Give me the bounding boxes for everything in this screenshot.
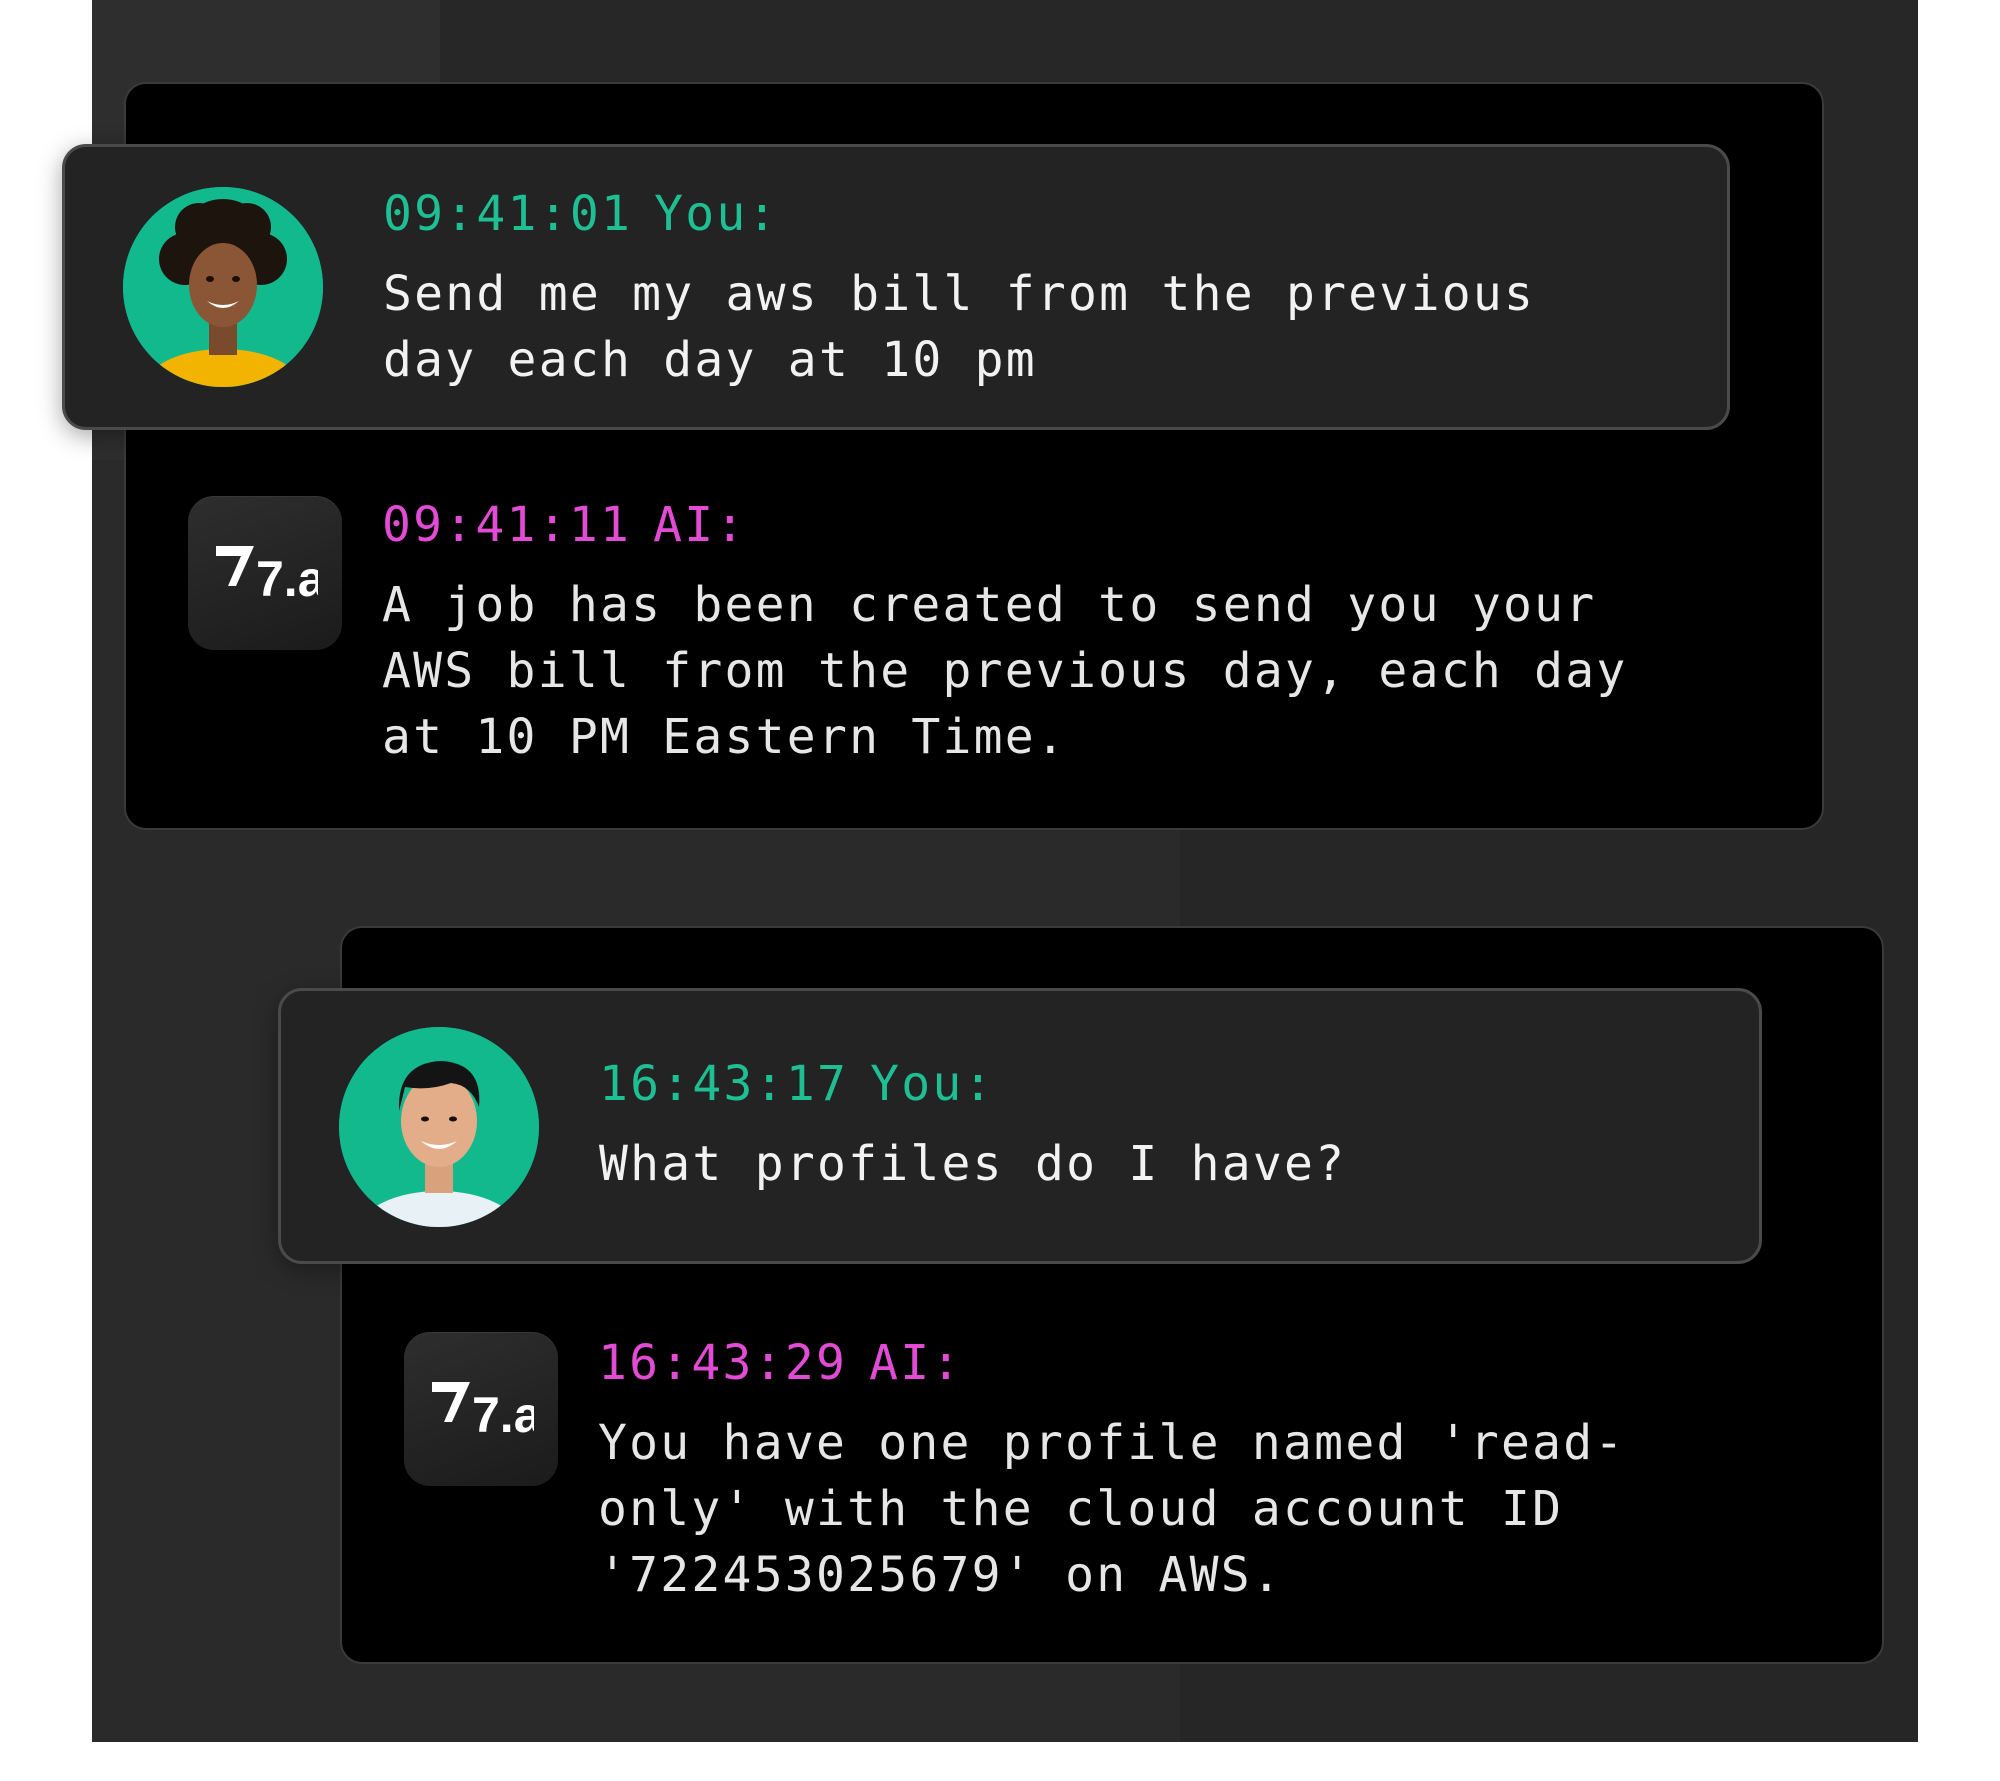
man-avatar-icon [339, 1027, 539, 1227]
user-avatar [339, 1027, 539, 1227]
user-message-text: Send me my aws bill from the previous da… [383, 266, 1536, 388]
ai-timestamp: 16:43:29 [598, 1335, 848, 1391]
user-speaker-label: You: [654, 186, 779, 242]
ai-logo-icon: 7.ai [404, 1332, 558, 1486]
user-message-header: 16:43:17 You: [599, 1055, 1729, 1113]
ai-logo-icon: 7.ai [188, 496, 342, 650]
user-timestamp: 09:41:01 [383, 186, 633, 242]
user-speaker-label: You: [870, 1056, 995, 1112]
ai-message: 09:41:11 AI: A job has been created to se… [382, 496, 1802, 770]
ai-message-header: 16:43:29 AI: [598, 1334, 1858, 1392]
user-message: 09:41:01 You: Send me my aws bill from th… [383, 185, 1703, 393]
user-timestamp: 16:43:17 [599, 1056, 849, 1112]
ai-message-text: You have one profile named 'read- only' … [598, 1415, 1626, 1603]
ai-message-text: A job has been created to send you your … [382, 577, 1628, 765]
chat-transcript-stage: 7.ai 09:41:11 AI: A job has been created … [0, 0, 2000, 1781]
ai-speaker-label: AI: [653, 497, 747, 553]
user-message-card: 09:41:01 You: Send me my aws bill from th… [62, 144, 1730, 430]
ai-timestamp: 09:41:11 [382, 497, 632, 553]
svg-text:7.ai: 7.ai [472, 1387, 534, 1440]
seven-ai-logo-icon: 7.ai [216, 546, 318, 604]
svg-text:7.ai: 7.ai [256, 551, 318, 604]
seven-ai-logo-icon: 7.ai [432, 1382, 534, 1440]
ai-message: 16:43:29 AI: You have one profile named '… [598, 1334, 1858, 1608]
user-message-header: 09:41:01 You: [383, 185, 1703, 243]
user-message-card: 16:43:17 You: What profiles do I have? [278, 988, 1762, 1264]
user-message-text: What profiles do I have? [599, 1136, 1347, 1192]
ai-message-header: 09:41:11 AI: [382, 496, 1802, 554]
user-message: 16:43:17 You: What profiles do I have? [599, 1055, 1729, 1197]
woman-avatar-icon [123, 187, 323, 387]
ai-speaker-label: AI: [869, 1335, 963, 1391]
user-avatar [123, 187, 323, 387]
